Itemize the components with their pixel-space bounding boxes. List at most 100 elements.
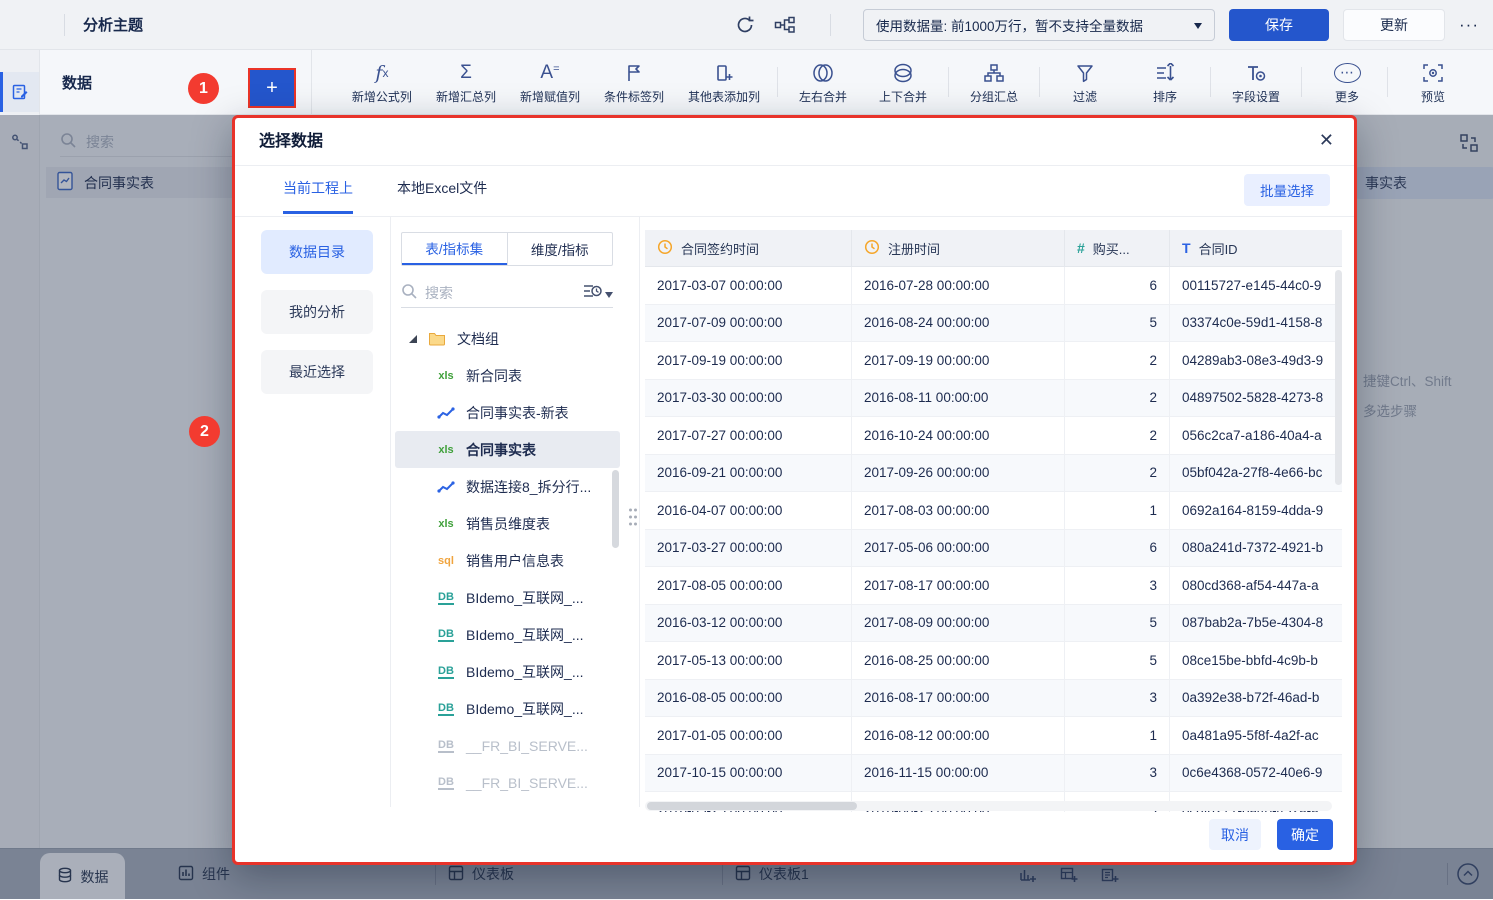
folder-icon: [426, 331, 448, 346]
filter-label: 过滤: [1073, 88, 1097, 105]
ttext-icon: T: [1182, 240, 1191, 256]
group-summary[interactable]: 分组汇总: [966, 59, 1022, 105]
table-horizontal-scrollbar[interactable]: [645, 801, 1332, 811]
batch-select-button[interactable]: 批量选择: [1244, 174, 1330, 206]
table-cell: 0a481a95-5f8f-4a2f-ac: [1170, 717, 1342, 754]
table-row[interactable]: 2017-03-27 00:00:002017-05-06 00:00:0060…: [645, 530, 1342, 568]
table-cell: 2016-04-07 00:00:00: [645, 492, 852, 529]
table-row[interactable]: 2017-08-05 00:00:002017-08-17 00:00:0030…: [645, 567, 1342, 605]
group-icon: [983, 59, 1005, 86]
tree-item[interactable]: xls销售员维度表: [395, 505, 620, 542]
add-assign-column[interactable]: A=新增赋值列: [520, 59, 580, 105]
table-row[interactable]: 2017-07-27 00:00:002016-10-24 00:00:0020…: [645, 417, 1342, 455]
table-row[interactable]: 2017-03-30 00:00:002016-08-11 00:00:0020…: [645, 380, 1342, 418]
history-filter-icon[interactable]: [582, 282, 602, 303]
table-row[interactable]: 2016-03-12 00:00:002017-08-09 00:00:0050…: [645, 605, 1342, 643]
table-row[interactable]: 2017-03-07 00:00:002016-07-28 00:00:0060…: [645, 267, 1342, 305]
tree-search-input[interactable]: 搜索: [401, 278, 613, 308]
column-header-0[interactable]: 合同签约时间: [645, 230, 852, 266]
tree-tab-0[interactable]: 表/指标集: [402, 233, 507, 265]
tree-item[interactable]: 数据连接8_拆分行...: [395, 468, 620, 505]
table-row[interactable]: 2017-10-15 00:00:002016-11-15 00:00:0030…: [645, 755, 1342, 793]
tree-item[interactable]: DB__FR_BI_SERVE...: [395, 764, 620, 801]
filter[interactable]: 过滤: [1057, 59, 1113, 105]
table-row[interactable]: 2017-07-09 00:00:002016-08-24 00:00:0050…: [645, 305, 1342, 343]
modal-nav: 数据目录我的分析最近选择: [261, 230, 373, 394]
table-row[interactable]: 2016-04-07 00:00:002017-08-03 00:00:0010…: [645, 492, 1342, 530]
more[interactable]: ⋯更多: [1319, 59, 1375, 105]
table-row[interactable]: 2017-01-05 00:00:002016-08-12 00:00:0010…: [645, 717, 1342, 755]
toolbar-divider: [1039, 67, 1040, 97]
tree-item[interactable]: DBBIdemo_互联网_...: [395, 616, 620, 653]
scrollbar-thumb[interactable]: [647, 802, 857, 810]
save-button[interactable]: 保存: [1229, 9, 1329, 41]
table-row[interactable]: 2016-09-21 00:00:002017-09-26 00:00:0020…: [645, 455, 1342, 493]
conditional-tag-column[interactable]: 条件标签列: [604, 59, 664, 105]
tree-item-label: __FR_BI_SERVE...: [466, 738, 588, 754]
table-cell: 2017-08-03 00:00:00: [852, 492, 1065, 529]
tree-item[interactable]: DBBIdemo_互联网_...: [395, 690, 620, 727]
nav-最近选择[interactable]: 最近选择: [261, 350, 373, 394]
table-vertical-scrollbar[interactable]: [1335, 270, 1342, 485]
tree-item[interactable]: sql销售用户信息表: [395, 542, 620, 579]
preview-button[interactable]: 预览: [1405, 59, 1461, 105]
panel-drag-handle[interactable]: [627, 506, 639, 533]
add-summary-column[interactable]: Σ新增汇总列: [436, 59, 496, 105]
column-header-3[interactable]: T 合同ID: [1170, 230, 1342, 266]
tree-item[interactable]: DBBIdemo_互联网_...: [395, 653, 620, 690]
add-column-from-table[interactable]: 其他表添加列: [688, 59, 760, 105]
close-icon[interactable]: ✕: [1319, 130, 1334, 151]
data-scope-select[interactable]: 使用数据量: 前1000万行，暂不支持全量数据: [863, 9, 1215, 41]
refresh-icon[interactable]: [732, 12, 758, 38]
column-header-1[interactable]: 注册时间: [852, 230, 1065, 266]
add-data-button[interactable]: +: [248, 68, 296, 108]
tree-item[interactable]: DBBIdemo_互联网_...: [395, 579, 620, 616]
table-cell: 2017-10-15 00:00:00: [645, 755, 852, 792]
merge-left-right[interactable]: 左右合并: [795, 59, 851, 105]
modal-tab-1[interactable]: 本地Excel文件: [397, 178, 487, 214]
table-cell: 5: [1065, 305, 1170, 342]
add-assign-column-label: 新增赋值列: [520, 88, 580, 105]
expand-arrow-icon[interactable]: [409, 335, 417, 343]
table-cell: 08ce15be-bbfd-4c9b-b: [1170, 642, 1342, 679]
field-settings[interactable]: 字段设置: [1228, 59, 1284, 105]
column-header-label: 合同ID: [1199, 239, 1238, 258]
clock-icon: [657, 239, 673, 258]
table-cell: 2016-08-25 00:00:00: [852, 642, 1065, 679]
chart-icon: [435, 480, 457, 494]
table-row[interactable]: 2017-09-19 00:00:002017-09-19 00:00:0020…: [645, 342, 1342, 380]
table-cell: 2017-08-05 00:00:00: [645, 567, 852, 604]
modal-tab-0[interactable]: 当前工程上: [283, 178, 353, 214]
column-header-2[interactable]: #购买...: [1065, 230, 1170, 266]
mergeTB-icon: [892, 59, 914, 86]
tree-tab-1[interactable]: 维度/指标: [507, 233, 613, 265]
more-menu-icon[interactable]: ···: [1459, 15, 1479, 35]
xls-icon: xls: [435, 444, 457, 456]
table-row[interactable]: 2016-08-05 00:00:002016-08-17 00:00:0030…: [645, 680, 1342, 718]
clock-icon: [864, 239, 880, 258]
xls-icon: xls: [435, 518, 457, 530]
merge-top-bottom[interactable]: 上下合并: [875, 59, 931, 105]
confirm-button[interactable]: 确定: [1277, 819, 1333, 850]
cancel-button[interactable]: 取消: [1209, 819, 1261, 850]
sort[interactable]: 排序: [1137, 59, 1193, 105]
tree-item[interactable]: xls新合同表: [395, 357, 620, 394]
tree-item[interactable]: 合同事实表-新表: [395, 394, 620, 431]
tree-scrollbar[interactable]: [612, 470, 619, 548]
db-icon: DB: [435, 702, 457, 716]
add-formula-column[interactable]: fx新增公式列: [352, 59, 412, 105]
toolbar-bar: 数据 + fx新增公式列Σ新增汇总列A=新增赋值列条件标签列其他表添加列左右合并…: [40, 50, 1493, 115]
table-cell: 0692a164-8159-4dda-9: [1170, 492, 1342, 529]
exit-icon[interactable]: [16, 10, 46, 40]
table-row[interactable]: 2017-05-13 00:00:002016-08-25 00:00:0050…: [645, 642, 1342, 680]
tree-item[interactable]: 文档组: [395, 320, 620, 357]
flow-icon[interactable]: [772, 12, 798, 38]
tree-item[interactable]: DB__FR_BI_SERVE...: [395, 727, 620, 764]
column-header-label: 合同签约时间: [681, 239, 759, 258]
nav-数据目录[interactable]: 数据目录: [261, 230, 373, 274]
update-button[interactable]: 更新: [1343, 9, 1445, 41]
tag-icon: [624, 59, 644, 86]
nav-我的分析[interactable]: 我的分析: [261, 290, 373, 334]
tree-item[interactable]: xls合同事实表: [395, 431, 620, 468]
rail-edit-icon[interactable]: [0, 72, 39, 112]
